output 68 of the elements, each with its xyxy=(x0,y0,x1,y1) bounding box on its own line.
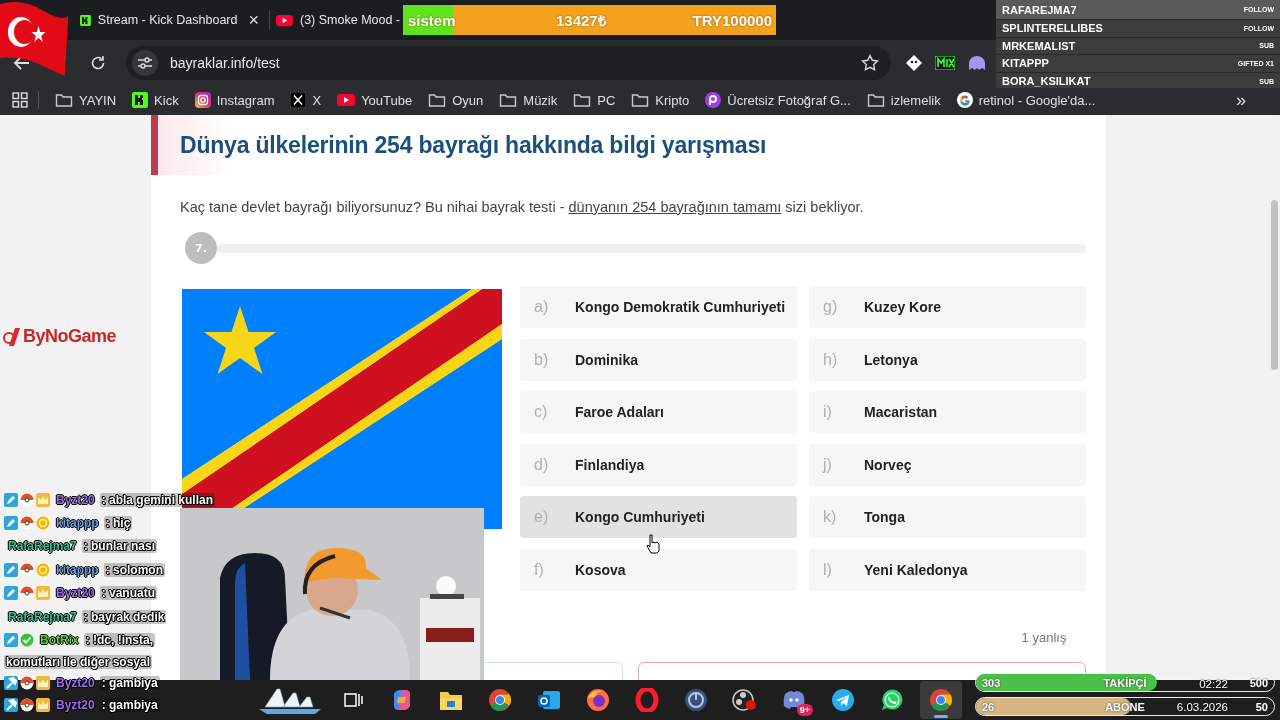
bookmark[interactable]: PC xyxy=(573,92,616,108)
brand-logo: ByNoGame xyxy=(23,326,117,347)
quiz-title: Dünya ülkelerinin 254 bayrağı hakkında bilgi yarışması xyxy=(180,131,767,159)
chat-message: : bunlar nası xyxy=(81,539,158,554)
answer-option[interactable]: k) Tonga xyxy=(809,496,1086,539)
answer-option[interactable]: b) Dominika xyxy=(520,338,797,381)
chat-username: RafaRejma7 xyxy=(8,539,77,554)
chat-username: Byzt20 xyxy=(56,697,95,712)
bookmark[interactable]: retinol - Google'da... xyxy=(956,92,1096,108)
answer-option[interactable]: a) Kongo Demokratik Cumhuriyeti xyxy=(520,286,797,328)
answer-option[interactable]: h) Letonya xyxy=(809,338,1086,381)
step-badge: 7. xyxy=(185,232,217,264)
chat-username: RafaRejma7 xyxy=(8,609,77,624)
goal-target: 50 xyxy=(1255,700,1268,713)
bookmark[interactable]: Kripto xyxy=(631,92,690,108)
answer-option[interactable]: g) Kuzey Kore xyxy=(809,286,1086,328)
chat-message: : hiç xyxy=(103,516,133,531)
bookmark[interactable]: Müzik xyxy=(499,92,558,108)
chat-message: : bayrak dedik xyxy=(81,609,167,624)
bookmark[interactable]: X xyxy=(290,92,322,108)
browser-tab[interactable]: Stream - Kick Dashboard × xyxy=(74,10,270,30)
mistake-count: 1 yanlış xyxy=(1021,629,1067,645)
chat-username: Byzt20 xyxy=(56,492,95,507)
answer-option[interactable]: c) Faroe Adaları xyxy=(520,391,797,434)
text-link[interactable]: dünyanın 254 bayrağının tamamı xyxy=(568,199,782,215)
taskbar-button[interactable]: 9+ xyxy=(773,681,815,719)
chat-username: kitappp xyxy=(56,516,99,531)
count-badge: 9+ xyxy=(796,704,813,716)
goal-count: 26 xyxy=(982,700,995,713)
clock-time: 02:22 xyxy=(1199,678,1228,690)
bookmark[interactable]: YAYIN xyxy=(55,92,117,108)
chat-username: Byzt20 xyxy=(56,675,95,690)
bookmark[interactable]: Kick xyxy=(132,92,179,108)
chat-message: : gambiya xyxy=(99,697,160,712)
close-tab-button[interactable]: × xyxy=(244,11,263,29)
goal-target: 500 xyxy=(1249,676,1268,689)
bookmark[interactable]: YouTube xyxy=(337,92,413,108)
more-bookmarks-button[interactable]: » xyxy=(1230,88,1252,112)
intro-text: Kaç tane devlet bayrağı biliyorsunuz? Bu nihai bayrak testi - dünyanın 254 bayrağının tamamı sizi bekliyor. xyxy=(180,198,865,217)
bookmark[interactable]: Instagram xyxy=(194,92,275,108)
chat-message: komutları ile diğer sosyal xyxy=(4,654,153,669)
answer-option[interactable]: l) Yeni Kaledonya xyxy=(809,548,1086,591)
event-name: SPLINTERELLIBES xyxy=(1002,22,1103,35)
chat-username: BotRix xyxy=(40,633,79,648)
browser-tab[interactable]: (3) Smoke Mood - xyxy=(270,10,407,30)
chat-username: kitappp xyxy=(56,562,99,577)
goal-target: TRY100000 xyxy=(692,11,772,29)
bookmark[interactable]: Oyun xyxy=(428,92,484,108)
event-name: BORA_KSILIKAT xyxy=(1002,75,1091,88)
event-name: RAFAREJMA7 xyxy=(1002,3,1077,16)
chat-message: : !dc, !insta, xyxy=(83,633,155,648)
clock-date: 6.03.2026 xyxy=(1176,701,1228,713)
chat-message: : vanuatu xyxy=(99,586,158,601)
event-name: MRKEMALIST xyxy=(1002,39,1076,52)
bookmark[interactable]: Ücretsiz Fotoğraf G... xyxy=(705,92,851,108)
answer-option[interactable]: j) Norveç xyxy=(809,443,1086,486)
chat-username: Byzt20 xyxy=(56,586,95,601)
answer-option[interactable]: d) Finlandiya xyxy=(520,443,797,486)
goal-label: TAKİPÇİ xyxy=(1103,676,1147,689)
chat-message: : gambiya xyxy=(99,675,160,690)
answer-option[interactable]: f) Kosova xyxy=(520,548,797,591)
bookmark[interactable]: izlemelik xyxy=(866,92,941,108)
address-bar[interactable]: bayraklar.info/test xyxy=(126,45,891,80)
goal-count: 303 xyxy=(982,676,1001,689)
chat-message: : solomon xyxy=(103,562,165,577)
goal-amount: 13427₺ xyxy=(556,11,608,30)
answer-option[interactable]: i) Macaristan xyxy=(809,391,1086,434)
event-name: KITAPPP xyxy=(1002,57,1049,70)
